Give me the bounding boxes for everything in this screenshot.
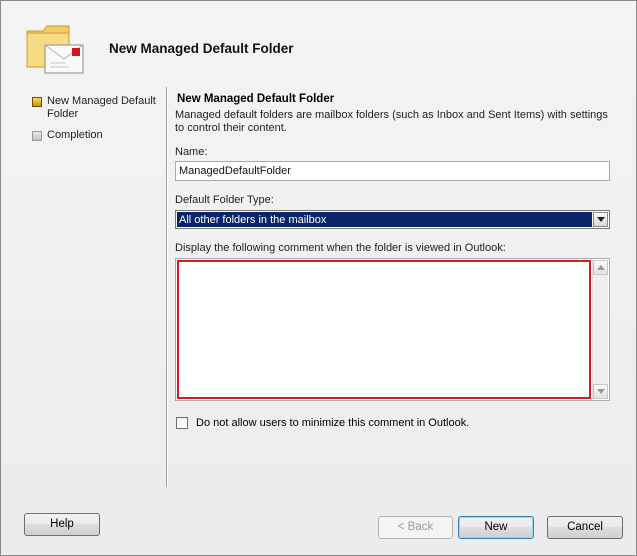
step-label: New Managed Default Folder: [47, 95, 156, 120]
wizard-steps: New Managed Default Folder Completion: [31, 95, 161, 150]
folder-type-value: All other folders in the mailbox: [177, 212, 592, 227]
nav-divider: [166, 87, 168, 487]
arrow-up-icon: [596, 265, 605, 270]
name-label: Name:: [175, 146, 208, 158]
minimize-comment-option[interactable]: Do not allow users to minimize this comm…: [176, 417, 469, 429]
back-button[interactable]: < Back: [378, 516, 453, 539]
step-completion: Completion: [31, 129, 161, 142]
comment-scrollbar[interactable]: [592, 260, 608, 399]
name-input[interactable]: ManagedDefaultFolder: [175, 161, 610, 181]
minimize-comment-label: Do not allow users to minimize this comm…: [196, 417, 470, 429]
wizard-window: New Managed Default Folder New Managed D…: [0, 0, 637, 556]
pending-step-icon: [32, 131, 42, 141]
current-step-icon: [32, 97, 42, 107]
scroll-down-button[interactable]: [593, 384, 608, 399]
wizard-title: New Managed Default Folder: [109, 41, 294, 56]
comment-textarea[interactable]: [175, 258, 610, 401]
section-description: Managed default folders are mailbox fold…: [175, 109, 608, 134]
scroll-up-button[interactable]: [593, 260, 608, 275]
folder-type-label: Default Folder Type:: [175, 194, 274, 206]
arrow-down-icon: [596, 389, 605, 394]
help-button[interactable]: Help: [24, 513, 100, 536]
step-label: Completion: [47, 129, 103, 141]
dropdown-arrow-button[interactable]: [593, 212, 608, 227]
folder-type-select[interactable]: All other folders in the mailbox: [175, 210, 610, 229]
chevron-down-icon: [596, 217, 605, 222]
comment-text[interactable]: [177, 260, 591, 399]
new-button[interactable]: New: [458, 516, 534, 539]
section-title: New Managed Default Folder: [177, 93, 335, 105]
folder-mail-icon: [25, 19, 85, 75]
minimize-comment-checkbox[interactable]: [176, 417, 188, 429]
cancel-button[interactable]: Cancel: [547, 516, 623, 539]
comment-label: Display the following comment when the f…: [175, 242, 506, 254]
step-new-managed-default-folder: New Managed Default Folder: [31, 95, 161, 121]
